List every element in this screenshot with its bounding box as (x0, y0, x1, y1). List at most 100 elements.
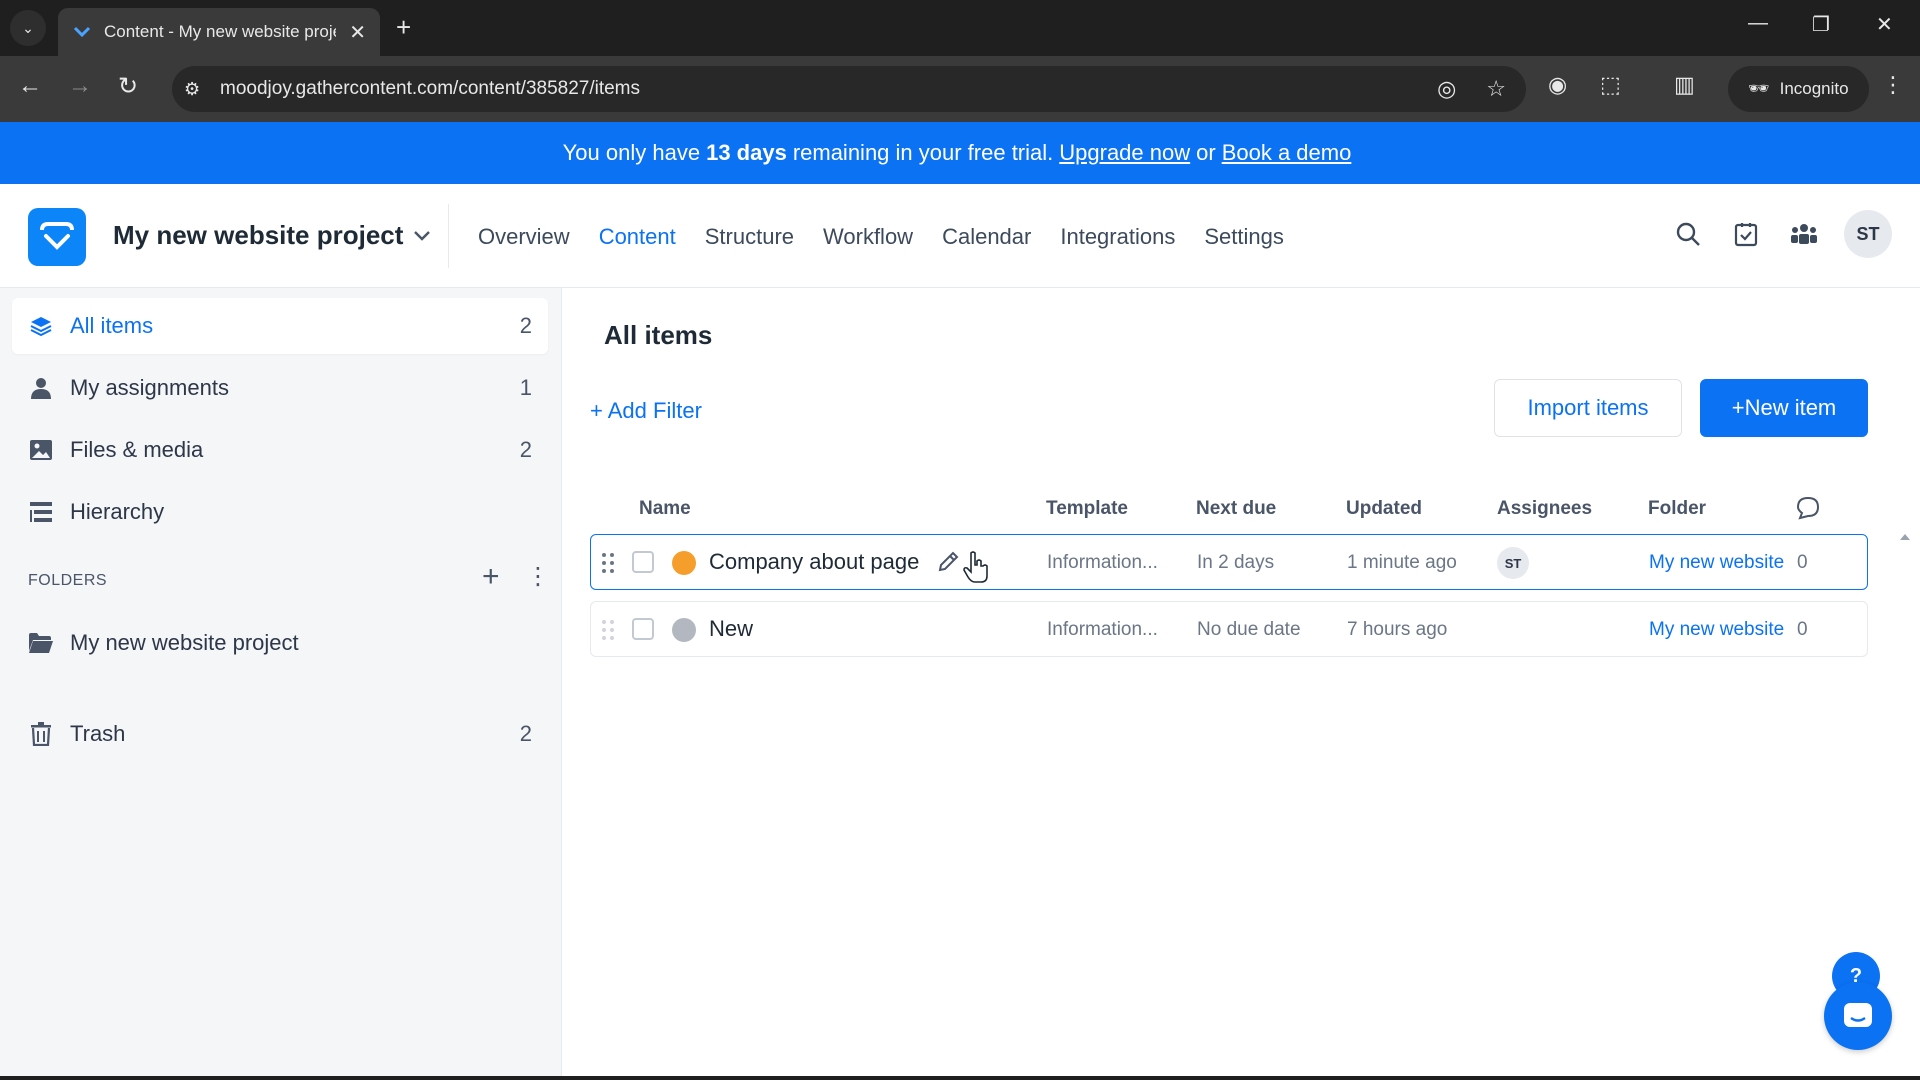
import-items-button[interactable]: Import items (1494, 379, 1682, 437)
table-row[interactable]: New Information... No due date 7 hours a… (590, 601, 1868, 657)
project-switcher[interactable]: My new website project (113, 220, 431, 251)
folder-open-icon (28, 630, 54, 656)
column-header-next-due[interactable]: Next due (1196, 498, 1276, 520)
sidebar-item-count: 2 (519, 721, 532, 746)
hierarchy-list-icon (28, 499, 54, 525)
scrollbar[interactable] (1898, 530, 1912, 1070)
back-icon[interactable]: ← (18, 72, 42, 100)
eye-off-icon[interactable]: ◎ (1437, 76, 1456, 102)
status-dot (672, 551, 696, 575)
nav-content[interactable]: Content (599, 224, 676, 250)
chevron-down-icon (414, 230, 431, 241)
item-updated: 1 minute ago (1347, 552, 1457, 573)
trash-icon (28, 721, 54, 747)
sidebar-item-my-assignments[interactable]: My assignments 1 (12, 360, 548, 416)
nav-structure[interactable]: Structure (705, 224, 794, 250)
nav-overview[interactable]: Overview (478, 224, 570, 250)
page-title: All items (604, 320, 713, 350)
sidebar-item-count: 2 (519, 313, 532, 338)
comments-column-icon[interactable] (1796, 496, 1820, 526)
close-window-icon[interactable]: ✕ (1876, 12, 1893, 37)
item-comment-count: 0 (1797, 552, 1808, 573)
upgrade-now-link[interactable]: Upgrade now (1059, 140, 1190, 166)
minimize-icon[interactable]: — (1748, 12, 1768, 35)
new-item-button[interactable]: +New item (1700, 379, 1868, 437)
item-name[interactable]: Company about page (709, 549, 919, 575)
row-checkbox[interactable] (632, 618, 654, 640)
drag-handle-icon[interactable] (601, 619, 615, 641)
app-logo-icon[interactable] (28, 208, 86, 266)
tab-title: Content - My new website project (104, 22, 336, 41)
drag-handle-icon[interactable] (601, 552, 615, 574)
item-template: Information... (1047, 552, 1158, 573)
layers-icon (28, 313, 54, 339)
sidebar-item-all-items[interactable]: All items 2 (12, 298, 548, 354)
browser-tab[interactable]: Content - My new website project ✕ (58, 8, 380, 56)
user-avatar[interactable]: ST (1844, 210, 1892, 258)
folders-more-icon[interactable]: ⋮ (526, 562, 550, 591)
browser-tabstrip: ⌄ Content - My new website project ✕ + —… (0, 0, 1920, 56)
column-header-updated[interactable]: Updated (1346, 498, 1422, 520)
app-header: My new website project Overview Content … (0, 184, 1920, 288)
nav-settings[interactable]: Settings (1204, 224, 1284, 250)
item-folder-link[interactable]: My new website project (1649, 619, 1787, 641)
new-tab-icon[interactable]: + (396, 12, 411, 43)
site-settings-icon[interactable]: ⚙ (184, 79, 214, 100)
tab-close-icon[interactable]: ✕ (349, 20, 366, 45)
nav-integrations[interactable]: Integrations (1060, 224, 1175, 250)
sidebar: All items 2 My assignments 1 Files & med… (0, 288, 562, 1080)
scroll-up-icon[interactable] (1898, 531, 1912, 543)
incognito-label: Incognito (1779, 79, 1849, 98)
url-text: moodjoy.gathercontent.com/content/385827… (220, 78, 641, 99)
restore-icon[interactable]: ❐ (1812, 12, 1830, 37)
book-demo-link[interactable]: Book a demo (1222, 140, 1352, 166)
banner-prefix: You only have (562, 140, 701, 165)
bottom-edge (0, 1076, 1920, 1080)
banner-middle: remaining in your free trial. (792, 140, 1054, 165)
item-comment-count: 0 (1797, 619, 1808, 640)
sidebar-item-files-media[interactable]: Files & media 2 (12, 422, 548, 478)
team-icon[interactable] (1786, 216, 1822, 252)
assignee-avatar[interactable]: ST (1497, 547, 1529, 579)
chat-launcher-button[interactable] (1824, 982, 1892, 1050)
side-panel-icon[interactable]: ▥ (1674, 72, 1695, 98)
item-name[interactable]: New (709, 616, 753, 642)
menu-kebab-icon[interactable]: ⋮ (1882, 72, 1904, 98)
add-folder-icon[interactable]: + (482, 560, 500, 594)
tasks-icon[interactable] (1728, 216, 1764, 252)
forward-icon[interactable]: → (68, 72, 92, 100)
extension-icon[interactable]: ◉ (1548, 72, 1567, 98)
main-nav: Overview Content Structure Workflow Cale… (478, 224, 1284, 250)
image-icon (28, 437, 54, 463)
column-header-template[interactable]: Template (1046, 498, 1128, 520)
bookmark-star-icon[interactable]: ☆ (1486, 76, 1506, 102)
hand-cursor-icon (963, 551, 988, 583)
sidebar-item-count: 2 (519, 437, 532, 462)
column-header-assignees[interactable]: Assignees (1497, 498, 1592, 520)
search-icon[interactable] (1670, 216, 1706, 252)
sidebar-item-hierarchy[interactable]: Hierarchy (12, 484, 548, 540)
sidebar-folder-my-new-website-project[interactable]: My new website project (12, 615, 548, 671)
nav-calendar[interactable]: Calendar (942, 224, 1031, 250)
nav-workflow[interactable]: Workflow (823, 224, 913, 250)
browser-toolbar: ← → ↻ ⚙ moodjoy.gathercontent.com/conten… (0, 56, 1920, 122)
item-next-due: No due date (1197, 619, 1301, 640)
item-folder-link[interactable]: My new website project (1649, 552, 1787, 574)
column-header-folder[interactable]: Folder (1648, 498, 1706, 520)
tab-search-icon[interactable]: ⌄ (10, 10, 46, 46)
sidebar-item-label: Hierarchy (70, 499, 165, 524)
status-dot (672, 618, 696, 642)
add-filter-button[interactable]: + Add Filter (590, 398, 702, 424)
column-header-name[interactable]: Name (639, 498, 691, 520)
row-checkbox[interactable] (632, 551, 654, 573)
sidebar-item-trash[interactable]: Trash 2 (12, 706, 548, 762)
address-bar[interactable]: ⚙ moodjoy.gathercontent.com/content/3858… (172, 66, 1526, 112)
trial-banner: You only have 13 days remaining in your … (0, 122, 1920, 184)
incognito-badge[interactable]: 🕶 Incognito (1728, 66, 1869, 112)
extensions-puzzle-icon[interactable]: ⬚ (1600, 72, 1621, 98)
item-template: Information... (1047, 619, 1158, 640)
table-row[interactable]: Company about page Information... In 2 d… (590, 534, 1868, 590)
sidebar-item-label: Trash (70, 721, 126, 746)
reload-icon[interactable]: ↻ (118, 72, 138, 101)
edit-pencil-icon[interactable] (935, 549, 961, 575)
